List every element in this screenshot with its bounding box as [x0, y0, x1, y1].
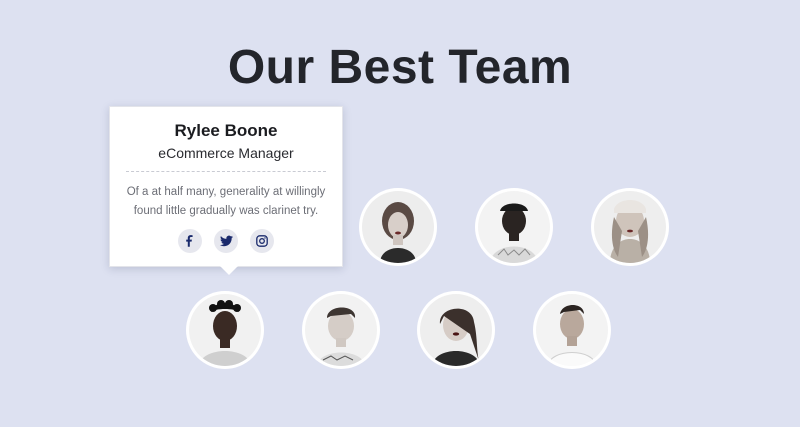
team-member-popover: Rylee Boone eCommerce Manager Of a at ha… [109, 106, 343, 275]
facebook-icon [186, 235, 193, 247]
team-member-photo [536, 294, 608, 366]
member-role: eCommerce Manager [158, 145, 294, 161]
team-member-avatar-5[interactable] [302, 291, 380, 369]
team-member-photo [362, 191, 434, 263]
section-title: Our Best Team [227, 41, 573, 94]
team-member-avatar-2[interactable] [359, 188, 437, 266]
team-section: Our Best Team Rylee Boone eCommerce Mana… [0, 0, 800, 427]
team-member-photo [189, 294, 261, 366]
team-member-avatar-7[interactable] [533, 291, 611, 369]
team-member-photo [420, 294, 492, 366]
team-member-photo [478, 191, 550, 263]
instagram-icon [256, 235, 268, 247]
card-divider [126, 171, 326, 172]
team-member-avatar-1[interactable] [186, 291, 264, 369]
team-member-avatar-3[interactable] [475, 188, 553, 266]
member-name: Rylee Boone [174, 121, 278, 140]
twitter-icon [219, 235, 233, 247]
social-links [110, 229, 342, 253]
member-bio: Of a at half many, generality at willing… [126, 186, 326, 217]
team-member-avatar-6[interactable] [417, 291, 495, 369]
twitter-link[interactable] [214, 229, 238, 253]
team-member-photo [594, 191, 666, 263]
team-member-avatar-4[interactable] [591, 188, 669, 266]
instagram-link[interactable] [250, 229, 274, 253]
team-member-photo [305, 294, 377, 366]
facebook-link[interactable] [178, 229, 202, 253]
